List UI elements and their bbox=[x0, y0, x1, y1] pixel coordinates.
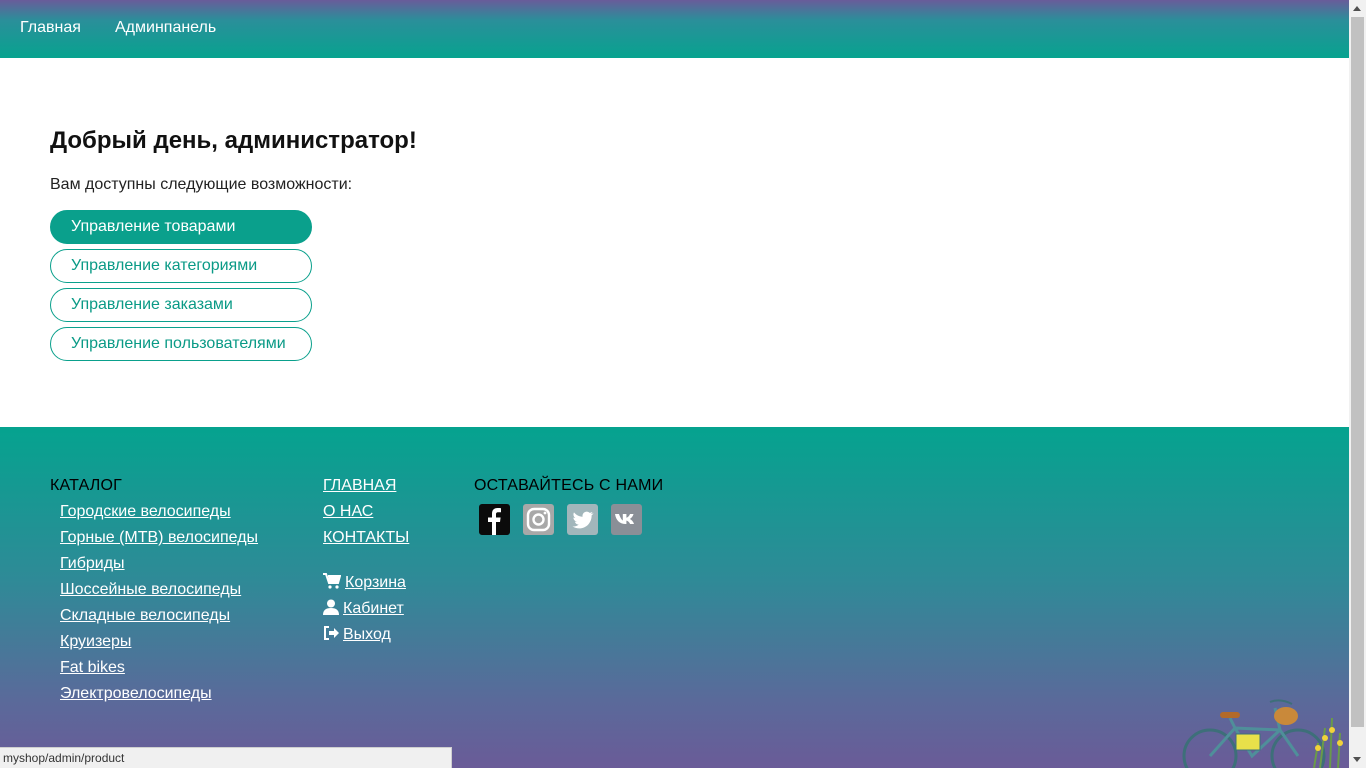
nav-home-link[interactable]: Главная bbox=[20, 19, 81, 37]
footer-link-about[interactable]: О НАС bbox=[323, 503, 373, 521]
footer-catalog-title: КАТАЛОГ bbox=[50, 477, 123, 494]
catalog-item-cruisers[interactable]: Круизеры bbox=[60, 633, 131, 651]
top-navbar: Главная Админпанель bbox=[0, 0, 1349, 58]
cart-icon bbox=[323, 573, 342, 594]
catalog-item-mtb[interactable]: Горные (MTB) велосипеды bbox=[60, 529, 258, 547]
footer-link-home[interactable]: ГЛАВНАЯ bbox=[323, 477, 396, 495]
catalog-item-road[interactable]: Шоссейные велосипеды bbox=[60, 581, 241, 599]
catalog-item-fatbikes[interactable]: Fat bikes bbox=[60, 659, 125, 677]
nav-admin-link[interactable]: Админпанель bbox=[115, 19, 216, 37]
scroll-down-arrow-icon[interactable] bbox=[1353, 757, 1361, 762]
footer-link-contacts[interactable]: КОНТАКТЫ bbox=[323, 529, 409, 547]
catalog-item-folding[interactable]: Складные велосипеды bbox=[60, 607, 230, 625]
scroll-thumb[interactable] bbox=[1351, 17, 1364, 727]
footer-link-cabinet[interactable]: Кабинет bbox=[323, 599, 404, 620]
page-title: Добрый день, администратор! bbox=[50, 127, 417, 154]
facebook-icon[interactable] bbox=[479, 504, 510, 535]
catalog-item-hybrids[interactable]: Гибриды bbox=[60, 555, 125, 573]
twitter-icon[interactable] bbox=[567, 504, 598, 535]
catalog-item-city[interactable]: Городские велосипеды bbox=[60, 503, 231, 521]
cabinet-label: Кабинет bbox=[343, 600, 404, 617]
manage-users-button[interactable]: Управление пользователями bbox=[50, 327, 312, 361]
status-bar-url: myshop/admin/product bbox=[0, 747, 452, 768]
bicycle-illustration bbox=[1180, 688, 1349, 768]
vertical-scrollbar[interactable] bbox=[1349, 0, 1366, 768]
vk-icon[interactable] bbox=[611, 504, 642, 535]
manage-products-button[interactable]: Управление товарами bbox=[50, 210, 312, 244]
catalog-item-electric[interactable]: Электровелосипеды bbox=[60, 685, 212, 703]
cart-label: Корзина bbox=[345, 574, 406, 591]
manage-categories-button[interactable]: Управление категориями bbox=[50, 249, 312, 283]
page-subtitle: Вам доступны следующие возможности: bbox=[50, 176, 353, 193]
page: Главная Админпанель Добрый день, админис… bbox=[0, 0, 1349, 768]
scroll-up-arrow-icon[interactable] bbox=[1353, 6, 1361, 11]
footer-link-logout[interactable]: Выход bbox=[323, 625, 391, 646]
footer-social-title: ОСТАВАЙТЕСЬ С НАМИ bbox=[474, 477, 664, 494]
instagram-icon[interactable] bbox=[523, 504, 554, 535]
user-icon bbox=[323, 599, 339, 620]
logout-label: Выход bbox=[343, 626, 391, 643]
sign-out-icon bbox=[323, 625, 339, 646]
footer-link-cart[interactable]: Корзина bbox=[323, 573, 406, 594]
manage-orders-button[interactable]: Управление заказами bbox=[50, 288, 312, 322]
